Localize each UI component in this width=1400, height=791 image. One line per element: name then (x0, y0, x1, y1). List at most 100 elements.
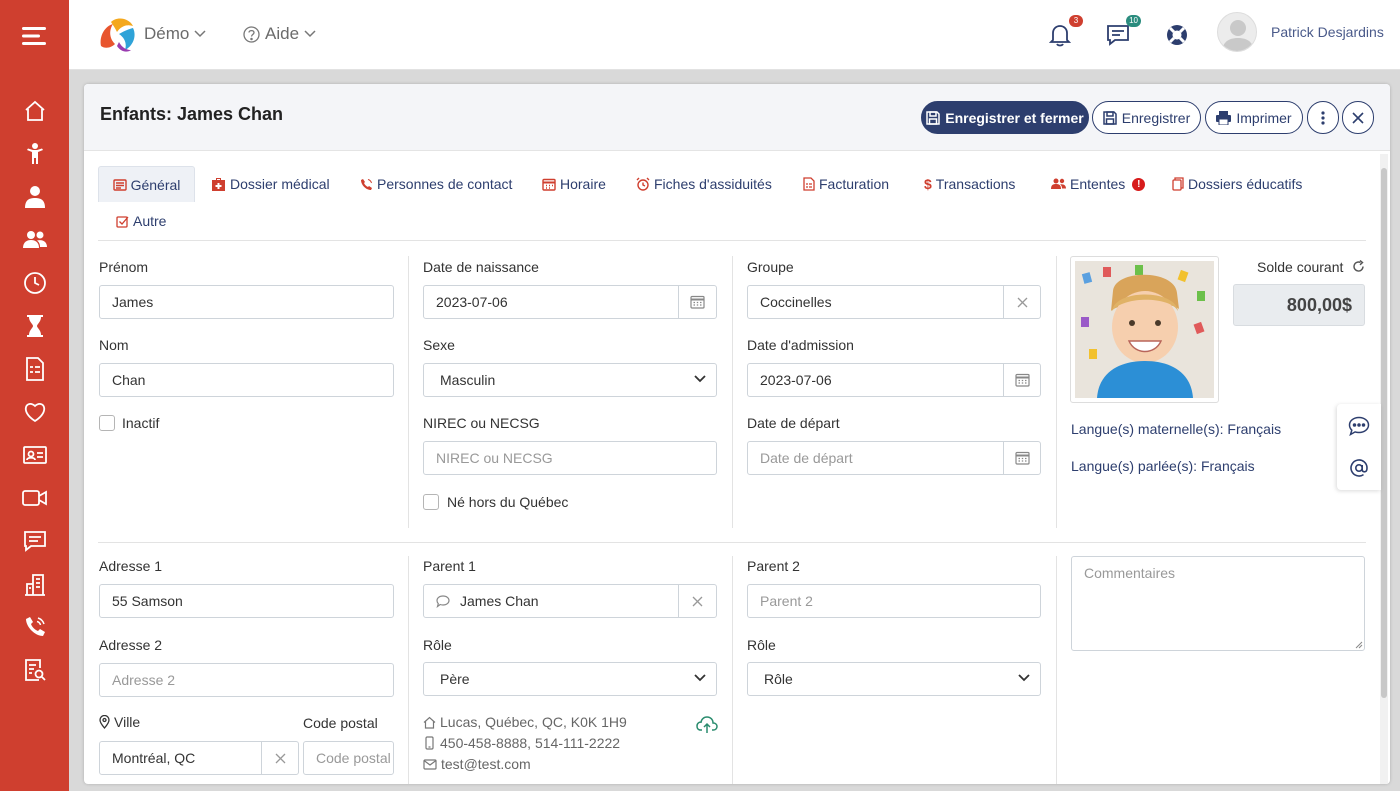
parent1-role-select[interactable]: Père (423, 662, 717, 696)
user-name[interactable]: Patrick Desjardins (1271, 24, 1384, 40)
sidebar-item-child[interactable] (0, 134, 69, 174)
sidebar-item-staff[interactable] (0, 177, 69, 217)
email-panel-button[interactable] (1337, 448, 1381, 488)
parent1-address: Lucas, Québec, QC, K0K 1H9 (423, 714, 627, 730)
comments-textarea[interactable]: Commentaires (1071, 556, 1365, 651)
refresh-icon[interactable] (1352, 260, 1365, 273)
sidebar-item-buildings[interactable] (0, 564, 69, 604)
city-input[interactable]: Montréal, QC (99, 741, 263, 775)
checkbox-icon (116, 215, 129, 228)
more-options-button[interactable] (1307, 101, 1339, 134)
admission-date-calendar-button[interactable] (1003, 363, 1041, 397)
support-button[interactable] (1162, 20, 1192, 50)
address2-label: Adresse 2 (99, 637, 163, 653)
nirec-label: NIREC ou NECSG (423, 415, 540, 431)
help-dropdown[interactable]: Aide (243, 24, 316, 44)
message-icon (23, 531, 46, 552)
save-button[interactable]: Enregistrer (1092, 101, 1201, 134)
departure-date-input[interactable]: Date de départ (747, 441, 1004, 475)
birth-date-calendar-button[interactable] (678, 285, 717, 319)
sidebar-item-reports[interactable] (0, 650, 69, 690)
modal-scrollbar-thumb[interactable] (1381, 168, 1387, 698)
parent2-input[interactable]: Parent 2 (747, 584, 1041, 618)
nirec-input[interactable]: NIREC ou NECSG (423, 441, 717, 475)
sidebar-item-home[interactable] (0, 91, 69, 131)
messages-badge: 10 (1126, 15, 1141, 27)
print-button[interactable]: Imprimer (1205, 101, 1303, 134)
sidebar-item-messages[interactable] (0, 521, 69, 561)
tab-medical[interactable]: Dossier médical (205, 166, 336, 202)
parent1-email: test@test.com (423, 756, 531, 772)
sidebar-item-video[interactable] (0, 478, 69, 518)
tab-contacts[interactable]: Personnes de contact (354, 166, 518, 202)
alarm-clock-icon (636, 177, 650, 191)
city-clear-button[interactable] (261, 741, 299, 775)
sex-select[interactable]: Masculin (423, 363, 717, 397)
parent2-label: Parent 2 (747, 558, 800, 574)
parent1-label: Parent 1 (423, 558, 476, 574)
tab-other[interactable]: Autre (110, 203, 172, 239)
parent1-clear-button[interactable] (678, 584, 717, 618)
city-label-group: Ville (99, 714, 140, 730)
modal-header: Enfants: James Chan Enregistrer et ferme… (84, 84, 1390, 151)
resize-handle-icon[interactable] (1355, 641, 1363, 649)
close-icon (1017, 297, 1027, 307)
column-divider (408, 556, 409, 784)
sidebar-item-id-card[interactable] (0, 435, 69, 475)
modal-scrollbar[interactable] (1380, 154, 1388, 784)
admission-date-input[interactable]: 2023-07-06 (747, 363, 1004, 397)
notifications-button[interactable]: 3 (1045, 15, 1083, 50)
group-input[interactable]: Coccinelles (747, 285, 1004, 319)
address2-input[interactable]: Adresse 2 (99, 663, 394, 697)
maternal-languages[interactable]: Langue(s) maternelle(s): Français (1071, 421, 1281, 437)
sidebar-item-health[interactable] (0, 392, 69, 432)
envelope-icon (423, 758, 437, 770)
document-icon (1172, 177, 1184, 191)
save-and-close-button[interactable]: Enregistrer et fermer (921, 101, 1089, 134)
sidebar-item-contacts[interactable] (0, 607, 69, 647)
parent2-role-select[interactable]: Rôle (747, 662, 1041, 696)
messages-button[interactable]: 10 (1103, 15, 1141, 50)
chat-panel-button[interactable] (1337, 406, 1381, 446)
postal-code-input[interactable]: Code postal (303, 741, 394, 775)
sidebar-item-attendance[interactable] (0, 263, 69, 303)
report-search-icon (24, 659, 46, 681)
users-icon (1051, 178, 1066, 190)
hourglass-icon (26, 315, 43, 337)
tab-attendance[interactable]: Fiches d'assiduités (630, 166, 778, 202)
tab-transactions[interactable]: $ Transactions (918, 166, 1021, 202)
tab-agreements[interactable]: Ententes ! (1045, 166, 1151, 202)
child-photo[interactable] (1070, 256, 1219, 403)
user-avatar[interactable] (1217, 12, 1257, 52)
last-name-input[interactable]: Chan (99, 363, 394, 397)
cloud-upload-icon[interactable] (696, 715, 718, 735)
group-clear-button[interactable] (1003, 285, 1041, 319)
close-modal-button[interactable] (1342, 101, 1374, 134)
spoken-languages[interactable]: Langue(s) parlée(s): Français (1071, 458, 1255, 474)
menu-toggle-button[interactable] (0, 14, 69, 58)
tab-other-label: Autre (133, 213, 167, 229)
bell-icon (1049, 25, 1071, 47)
sidebar-item-invoices[interactable] (0, 349, 69, 389)
sidebar-item-hourglass[interactable] (0, 306, 69, 346)
tab-schedule[interactable]: Horaire (536, 166, 612, 202)
birth-date-input[interactable]: 2023-07-06 (423, 285, 679, 319)
last-name-label: Nom (99, 337, 129, 353)
demo-dropdown[interactable]: Démo (144, 24, 206, 44)
tab-billing[interactable]: Facturation (797, 166, 895, 202)
tab-billing-label: Facturation (819, 176, 890, 192)
calendar-icon (1014, 451, 1030, 465)
born-outside-quebec-checkbox[interactable] (423, 494, 439, 510)
child-icon (26, 143, 43, 164)
inactive-checkbox[interactable] (99, 415, 115, 431)
tab-educational-files[interactable]: Dossiers éducatifs (1166, 166, 1308, 202)
at-sign-icon (1350, 459, 1368, 477)
first-name-input[interactable]: James (99, 285, 394, 319)
parent1-input[interactable]: James Chan (423, 584, 680, 618)
address1-input[interactable]: 55 Samson (99, 584, 394, 618)
departure-date-calendar-button[interactable] (1003, 441, 1041, 475)
sidebar-item-parents[interactable] (0, 220, 69, 260)
close-icon (275, 753, 285, 763)
tab-general[interactable]: Général (98, 166, 195, 202)
parent2-role-label: Rôle (747, 637, 776, 653)
